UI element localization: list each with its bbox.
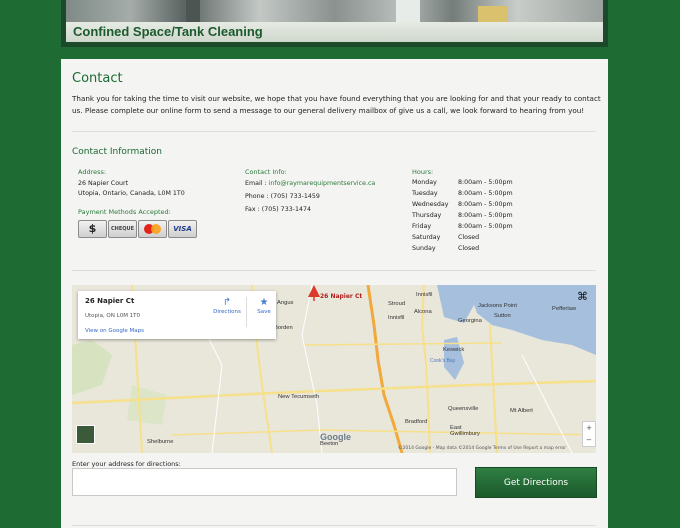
map-town: Alcona bbox=[414, 309, 432, 315]
directions-label: Directions bbox=[213, 309, 241, 315]
divider bbox=[72, 131, 596, 132]
address-line-1: 26 Napier Court bbox=[78, 180, 129, 187]
map-town: Innisfil bbox=[388, 315, 405, 321]
map-town: Jacksons Point bbox=[478, 303, 517, 309]
address-line-2: Utopia, Ontario, Canada, L0M 1T0 bbox=[78, 190, 185, 197]
hours-time: Closed bbox=[458, 245, 480, 252]
hours-time: 8:00am - 5:00pm bbox=[458, 179, 513, 186]
address-label: Address: bbox=[78, 168, 107, 176]
command-icon[interactable]: ⌘ bbox=[577, 290, 588, 303]
zoom-control: + − bbox=[582, 421, 596, 447]
directions-address-input[interactable] bbox=[72, 468, 457, 496]
hours-day: Sunday bbox=[412, 245, 436, 252]
hours-day: Wednesday bbox=[412, 201, 449, 208]
page-title: Contact bbox=[72, 71, 123, 86]
hours-day: Saturday bbox=[412, 234, 441, 241]
hours-row: Friday 8:00am - 5:00pm bbox=[412, 223, 542, 234]
hours-time: 8:00am - 5:00pm bbox=[458, 223, 513, 230]
divider bbox=[72, 525, 596, 526]
email-link[interactable]: info@raymarequipmentservice.ca bbox=[269, 180, 376, 187]
zoom-out-button[interactable]: − bbox=[583, 434, 595, 446]
view-on-google-maps-link[interactable]: View on Google Maps bbox=[85, 328, 144, 334]
hours-row: Wednesday 8:00am - 5:00pm bbox=[412, 201, 542, 212]
map-town: Queensville bbox=[448, 406, 479, 412]
map-town: Borden bbox=[274, 325, 293, 331]
header-banner: Confined Space/Tank Cleaning bbox=[61, 0, 608, 47]
place-address: Utopia, ON L0M 1T0 bbox=[85, 313, 141, 319]
google-map[interactable]: 26 Napier Ct Angus Stroud Innisfil Alcon… bbox=[72, 285, 596, 453]
map-attribution: ©2014 Google - Map data ©2014 Google Ter… bbox=[398, 446, 567, 451]
hours-row: Sunday Closed bbox=[412, 245, 542, 256]
banner-photo-detail bbox=[396, 0, 420, 22]
mastercard-orange-circle bbox=[151, 224, 161, 234]
directions-address-label: Enter your address for directions: bbox=[72, 460, 181, 468]
contact-info-heading: Contact Information bbox=[72, 147, 162, 157]
info-window-divider bbox=[246, 297, 247, 327]
banner-photo-detail bbox=[478, 6, 508, 22]
map-town: Keswick bbox=[443, 347, 465, 353]
map-town: Pefferlaw bbox=[552, 306, 577, 312]
hours-day: Thursday bbox=[412, 212, 442, 219]
hours-time: Closed bbox=[458, 234, 480, 241]
marker-label: 26 Napier Ct bbox=[320, 293, 363, 300]
visa-icon: VISA bbox=[168, 220, 197, 238]
map-town: Innisfil bbox=[416, 292, 433, 298]
mastercard-icon bbox=[138, 220, 167, 238]
hours-time: 8:00am - 5:00pm bbox=[458, 190, 513, 197]
content-panel: Contact Thank you for taking the time to… bbox=[61, 59, 608, 528]
banner-photo-detail bbox=[186, 0, 200, 22]
save-label: Save bbox=[257, 309, 271, 315]
cash-icon: $ bbox=[78, 220, 107, 238]
intro-text: Thank you for taking the time to visit o… bbox=[72, 94, 601, 115]
satellite-toggle[interactable] bbox=[76, 425, 95, 444]
map-town: Shelburne bbox=[147, 439, 174, 445]
map-town: Bradford bbox=[405, 419, 428, 425]
directions-icon: ↱ bbox=[222, 297, 232, 308]
directions-button[interactable]: ↱ Directions bbox=[210, 296, 244, 315]
get-directions-button[interactable]: Get Directions bbox=[475, 467, 597, 498]
map-town: Sutton bbox=[494, 313, 511, 319]
map-town: Angus bbox=[277, 300, 294, 306]
banner-caption: Confined Space/Tank Cleaning bbox=[66, 22, 603, 42]
map-town: East Gwillimbury bbox=[450, 425, 480, 437]
hours-row: Tuesday 8:00am - 5:00pm bbox=[412, 190, 542, 201]
payment-methods-label: Payment Methods Accepted: bbox=[78, 208, 171, 216]
hours-row: Monday 8:00am - 5:00pm bbox=[412, 179, 542, 190]
banner-photo bbox=[66, 0, 603, 22]
hours-day: Friday bbox=[412, 223, 432, 230]
map-town: Cook's Bay bbox=[430, 358, 456, 364]
hours-row: Saturday Closed bbox=[412, 234, 542, 245]
star-icon: ★ bbox=[259, 297, 269, 308]
map-info-window: 26 Napier Ct Utopia, ON L0M 1T0 View on … bbox=[78, 291, 276, 339]
hours-time: 8:00am - 5:00pm bbox=[458, 201, 513, 208]
cheque-icon: CHEQUE bbox=[108, 220, 137, 238]
phone-text: Phone : (705) 733-1459 bbox=[245, 193, 320, 200]
zoom-in-button[interactable]: + bbox=[583, 422, 595, 434]
banner-title: Confined Space/Tank Cleaning bbox=[73, 24, 263, 39]
place-title: 26 Napier Ct bbox=[85, 297, 135, 305]
hours-day: Monday bbox=[412, 179, 437, 186]
email-prefix: Email : bbox=[245, 180, 269, 187]
map-town: Stroud bbox=[388, 301, 406, 307]
email-row: Email : info@raymarequipmentservice.ca bbox=[245, 179, 375, 190]
map-town: Mt Albert bbox=[510, 408, 533, 414]
map-town: Georgina bbox=[458, 318, 482, 324]
save-button[interactable]: ★ Save bbox=[253, 296, 275, 315]
divider bbox=[72, 270, 596, 271]
map-town: New Tecumseth bbox=[278, 394, 320, 400]
hours-time: 8:00am - 5:00pm bbox=[458, 212, 513, 219]
hours-day: Tuesday bbox=[412, 190, 438, 197]
hours-label: Hours: bbox=[412, 168, 434, 176]
hours-row: Thursday 8:00am - 5:00pm bbox=[412, 212, 542, 223]
contact-info-label: Contact Info: bbox=[245, 168, 287, 176]
fax-text: Fax : (705) 733-1474 bbox=[245, 206, 312, 213]
google-logo: Google bbox=[320, 432, 351, 442]
